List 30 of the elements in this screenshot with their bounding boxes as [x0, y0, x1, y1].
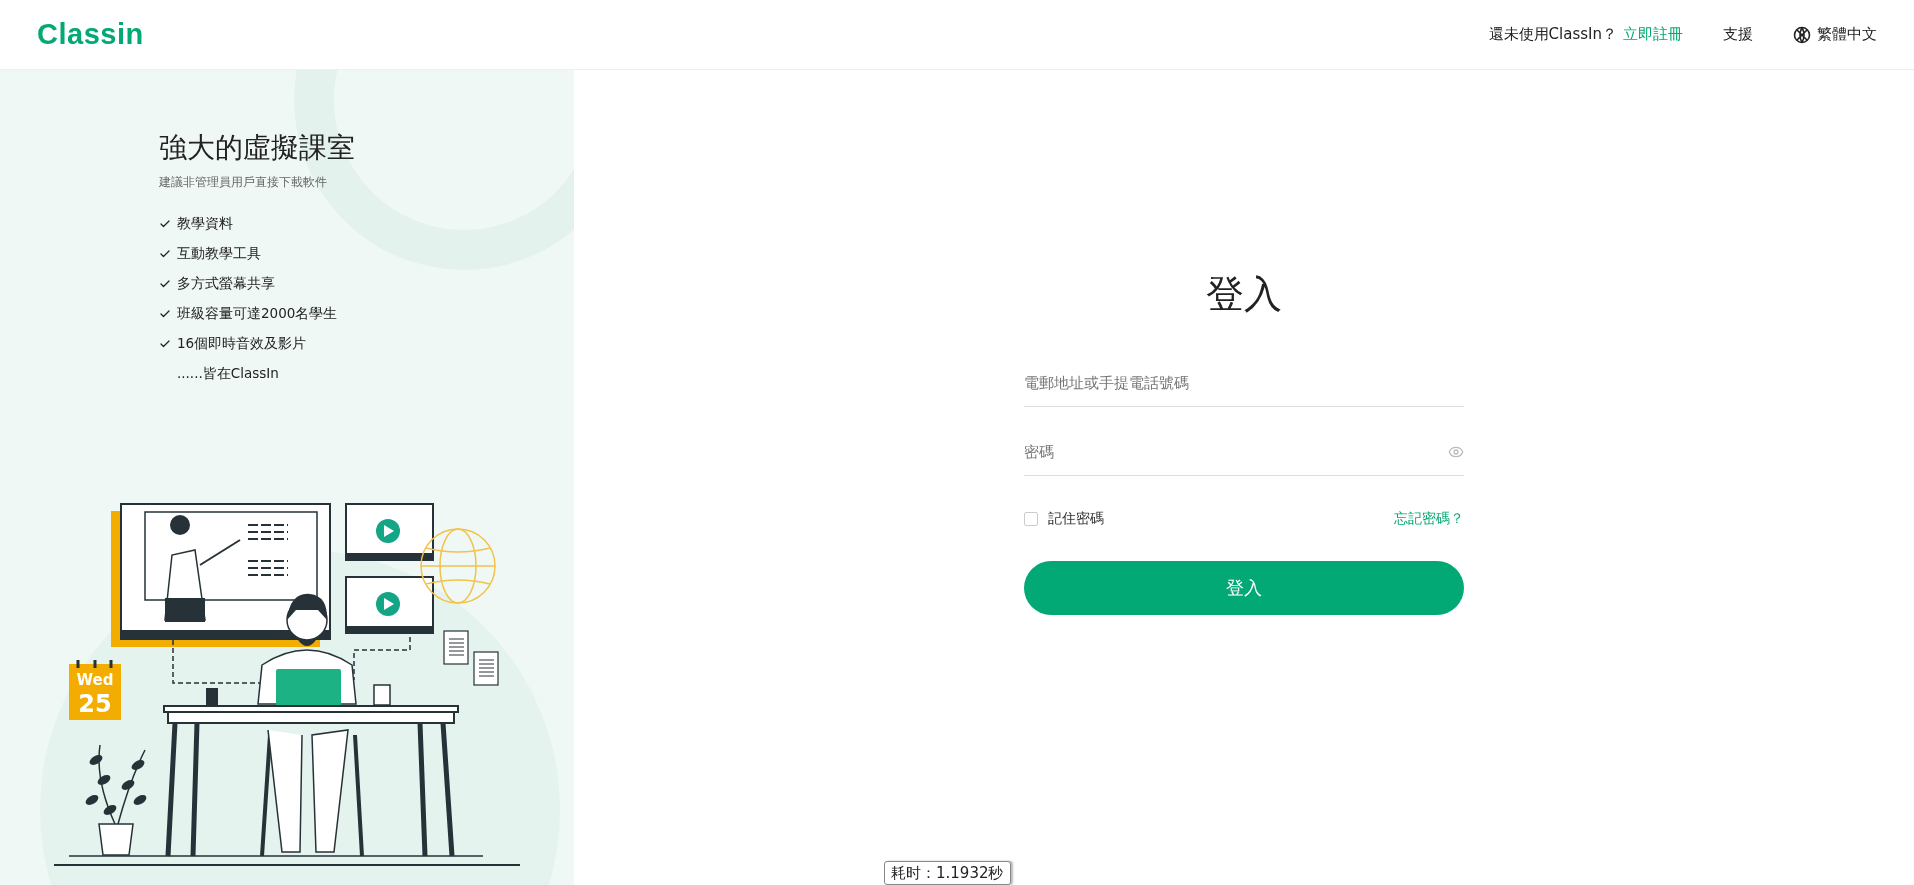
signup-prompt: 還未使用ClassIn？ [1488, 25, 1617, 44]
timing-tag: 耗时：1.1932秒 [884, 861, 1011, 885]
promo-subtitle: 建議非管理員用戶直接下載軟件 [159, 174, 328, 191]
feature-text: 多方式螢幕共享 [177, 275, 275, 293]
eye-icon[interactable] [1448, 444, 1464, 460]
register-link[interactable]: 立即註冊 [1623, 25, 1683, 44]
remember-checkbox[interactable] [1024, 512, 1038, 526]
globe-icon [1793, 25, 1811, 44]
feature-text: 教學資料 [177, 215, 233, 233]
forgot-password-link[interactable]: 忘記密碼？ [1394, 510, 1464, 528]
calendar-date-text: 25 [78, 690, 112, 718]
feature-text: 16個即時音效及影片 [177, 335, 307, 353]
check-icon [159, 218, 171, 230]
remember-label[interactable]: 記住密碼 [1048, 510, 1104, 528]
login-button[interactable]: 登入 [1024, 561, 1464, 615]
check-icon [159, 338, 171, 350]
promo-title: 強大的虛擬課室 [159, 130, 356, 166]
logo[interactable]: Classin [37, 18, 144, 51]
check-icon [159, 248, 171, 260]
login-title: 登入 [1205, 271, 1283, 318]
feature-text: 互動教學工具 [177, 245, 261, 263]
password-field[interactable]: 密碼 [1024, 429, 1448, 475]
calendar-day-text: Wed [76, 671, 114, 689]
check-icon [159, 278, 171, 290]
feature-text: 班級容量可達2000名學生 [177, 305, 338, 323]
check-icon [159, 308, 171, 320]
account-field[interactable]: 電郵地址或手提電話號碼 [1024, 360, 1464, 406]
feature-text: ......皆在ClassIn [177, 365, 279, 383]
support-link[interactable]: 支援 [1723, 25, 1753, 44]
language-selector[interactable]: 繁體中文 [1793, 25, 1877, 44]
